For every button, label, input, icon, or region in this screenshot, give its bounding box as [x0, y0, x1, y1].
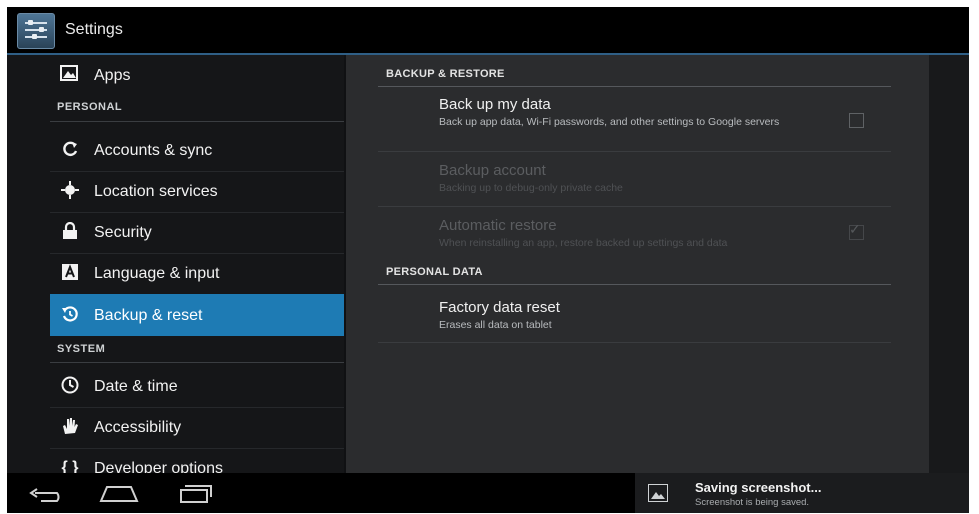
section-header-personal: PERSONAL	[57, 101, 123, 113]
checkmark-icon: ✓	[849, 221, 861, 237]
pref-summary: When reinstalling an app, restore backed…	[439, 237, 728, 249]
section-header-personal-data: PERSONAL DATA	[386, 266, 483, 278]
pref-summary: Back up app data, Wi-Fi passwords, and o…	[439, 116, 780, 128]
clock-icon	[60, 376, 80, 396]
sidebar-item-language[interactable]: Language & input	[50, 253, 344, 295]
sidebar-item-label: Security	[94, 224, 152, 241]
sidebar-item-backup-reset[interactable]: Backup & reset	[50, 294, 344, 336]
home-icon[interactable]	[97, 481, 143, 505]
divider	[378, 151, 891, 152]
sidebar-item-label: Backup & reset	[94, 307, 203, 324]
sidebar-item-security[interactable]: Security	[50, 212, 344, 254]
page-title: Settings	[65, 21, 123, 38]
language-icon	[60, 263, 80, 283]
pref-title: Automatic restore	[439, 217, 557, 234]
section-header-backup-restore: BACKUP & RESTORE	[386, 68, 505, 80]
pref-title: Back up my data	[439, 96, 551, 113]
action-bar: Settings	[7, 7, 969, 55]
lock-icon	[60, 221, 80, 242]
sidebar-item-label: Accessibility	[94, 419, 182, 436]
section-header-system: SYSTEM	[57, 343, 106, 355]
sidebar-item-date-time[interactable]: Date & time	[50, 366, 344, 408]
pref-title: Factory data reset	[439, 299, 560, 316]
location-icon	[60, 181, 80, 201]
divider	[50, 121, 344, 122]
sidebar-item-accounts-sync[interactable]: Accounts & sync	[50, 130, 344, 172]
image-icon	[648, 484, 668, 502]
sidebar-item-label: Date & time	[94, 378, 178, 395]
sidebar-item-label: Location services	[94, 183, 218, 200]
divider	[50, 362, 344, 363]
settings-sidebar: Apps PERSONAL Accounts & sync Location s…	[7, 55, 344, 477]
divider	[378, 342, 891, 343]
backup-data-checkbox[interactable]	[849, 113, 864, 128]
divider	[378, 206, 891, 207]
sidebar-item-label: Apps	[94, 67, 131, 84]
settings-screen: Settings Apps PERSONAL Accounts & sync L…	[7, 7, 969, 513]
sidebar-item-label: Language & input	[94, 265, 220, 282]
back-icon[interactable]	[27, 481, 73, 505]
screenshot-notification[interactable]: Saving screenshot... Screenshot is being…	[635, 473, 969, 513]
pref-summary: Erases all data on tablet	[439, 319, 552, 331]
panel-margin	[929, 55, 969, 473]
divider	[378, 86, 891, 87]
sidebar-item-apps[interactable]: Apps	[7, 55, 344, 96]
sync-icon	[60, 140, 80, 160]
divider	[378, 284, 891, 285]
apps-icon	[59, 65, 79, 85]
settings-sliders-icon[interactable]	[17, 13, 55, 49]
notification-subtitle: Screenshot is being saved.	[695, 497, 810, 508]
recents-icon[interactable]	[175, 481, 221, 505]
backup-reset-panel: BACKUP & RESTORE Back up my data Back up…	[346, 55, 929, 473]
auto-restore-checkbox: ✓	[849, 221, 864, 240]
pref-summary: Backing up to debug-only private cache	[439, 182, 623, 194]
pref-title: Backup account	[439, 162, 546, 179]
backup-icon	[60, 305, 80, 325]
hand-icon	[60, 417, 80, 437]
sidebar-item-location[interactable]: Location services	[50, 171, 344, 213]
sidebar-item-accessibility[interactable]: Accessibility	[50, 407, 344, 449]
sidebar-item-label: Accounts & sync	[94, 142, 213, 159]
notification-title: Saving screenshot...	[695, 480, 822, 495]
